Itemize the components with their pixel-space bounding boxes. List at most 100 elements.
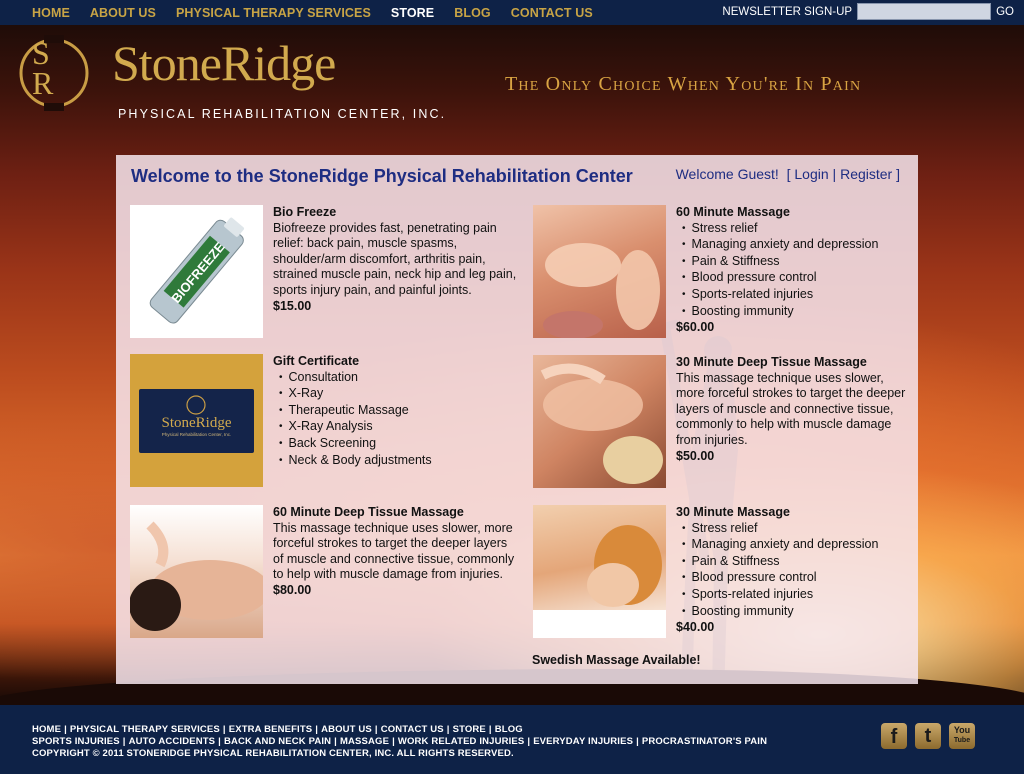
stoneridge-logo[interactable]: SR StoneRidge PHYSICAL REHABILITATION CE… bbox=[10, 30, 450, 125]
youtube-glyph-tube: Tube bbox=[953, 737, 971, 744]
product-title[interactable]: 30 Minute Deep Tissue Massage bbox=[676, 355, 906, 371]
footer-separator: | bbox=[122, 736, 126, 747]
login-divider: | bbox=[832, 166, 837, 182]
footer-link-back-and-neck-pain[interactable]: BACK AND NECK PAIN bbox=[224, 736, 331, 747]
list-item: Blood pressure control bbox=[682, 270, 911, 287]
list-item: Sports-related injuries bbox=[682, 587, 911, 604]
copyright: COPYRIGHT © 2011 STONERIDGE PHYSICAL REH… bbox=[32, 748, 514, 759]
biofreeze-tube-icon: BIOFREEZE bbox=[149, 217, 244, 324]
service-list: Consultation X-Ray Therapeutic Massage X… bbox=[273, 370, 508, 470]
main-nav: HOME ABOUT US PHYSICAL THERAPY SERVICES … bbox=[32, 0, 613, 25]
nav-blog[interactable]: BLOG bbox=[454, 6, 491, 20]
footer-link-blog[interactable]: BLOG bbox=[495, 724, 523, 735]
list-item: Stress relief bbox=[682, 521, 911, 538]
store-panel: Welcome to the StoneRidge Physical Rehab… bbox=[116, 155, 918, 684]
list-item: Managing anxiety and depression bbox=[682, 237, 911, 254]
footer-separator: | bbox=[374, 724, 378, 735]
youtube-glyph: You bbox=[953, 725, 971, 735]
product-bio-freeze: BIOFREEZE Bio Freeze Biofreeze provides … bbox=[130, 205, 516, 340]
product-title[interactable]: Gift Certificate bbox=[273, 354, 508, 370]
sr-monogram-text: SR bbox=[32, 35, 72, 101]
list-item: Sports-related injuries bbox=[682, 287, 911, 304]
relaxing-massage-image[interactable] bbox=[533, 505, 666, 638]
footer-link-sports-injuries[interactable]: SPORTS INJURIES bbox=[32, 736, 120, 747]
brand-subtitle: PHYSICAL REHABILITATION CENTER, INC. bbox=[118, 107, 447, 121]
footer-separator: | bbox=[64, 724, 67, 735]
twitter-icon[interactable]: t bbox=[915, 723, 941, 749]
footer-separator: | bbox=[446, 724, 450, 735]
product-30-minute-massage: 30 Minute Massage Stress relief Managing… bbox=[533, 505, 903, 640]
register-link[interactable]: Register bbox=[840, 166, 892, 182]
footer-link-auto-accidents[interactable]: AUTO ACCIDENTS bbox=[129, 736, 216, 747]
footer-separator: | bbox=[392, 736, 395, 747]
nav-contact-us[interactable]: CONTACT US bbox=[511, 6, 593, 20]
footer-separator: | bbox=[636, 736, 639, 747]
gift-certificate-image[interactable]: StoneRidge Physical Rehabilitation Cente… bbox=[130, 354, 263, 487]
product-title[interactable]: 60 Minute Massage bbox=[676, 205, 911, 221]
footer-link-about-us[interactable]: ABOUT US bbox=[321, 724, 372, 735]
login-link[interactable]: Login bbox=[794, 166, 828, 182]
product-info: Gift Certificate Consultation X-Ray Ther… bbox=[273, 354, 508, 469]
footer-link-home[interactable]: HOME bbox=[32, 724, 61, 735]
nav-about-us[interactable]: ABOUT US bbox=[90, 6, 156, 20]
site-footer: HOME | PHYSICAL THERAPY SERVICES | EXTRA BEN… bbox=[0, 705, 1024, 774]
product-title[interactable]: 30 Minute Massage bbox=[676, 505, 911, 521]
footer-link-contact-us[interactable]: CONTACT US bbox=[381, 724, 444, 735]
product-60-minute-deep-tissue-massage: 60 Minute Deep Tissue Massage This massa… bbox=[130, 505, 520, 640]
footer-separator: | bbox=[315, 724, 319, 735]
footer-link-work-related-injuries[interactable]: WORK RELATED INJURIES bbox=[398, 736, 524, 747]
list-item: Managing anxiety and depression bbox=[682, 537, 911, 554]
footer-link-physical-therapy-services[interactable]: PHYSICAL THERAPY SERVICES bbox=[70, 724, 220, 735]
newsletter-email-input[interactable] bbox=[857, 3, 992, 20]
youtube-icon[interactable]: You Tube bbox=[949, 723, 975, 749]
facebook-icon[interactable]: f bbox=[881, 723, 907, 749]
product-60-minute-massage: 60 Minute Massage Stress relief Managing… bbox=[533, 205, 903, 340]
monogram-letters: SR bbox=[32, 35, 60, 101]
swedish-massage-note: Swedish Massage Available! bbox=[532, 653, 701, 667]
product-description: This massage technique uses slower, more… bbox=[273, 520, 515, 582]
brand-name: StoneRidge bbox=[112, 35, 336, 91]
footer-separator: | bbox=[488, 724, 492, 735]
list-item: Pain & Stiffness bbox=[682, 554, 911, 571]
biofreeze-tube-image[interactable]: BIOFREEZE bbox=[130, 205, 263, 338]
user-greeting: Welcome Guest! [ Login | Register ] bbox=[676, 166, 900, 182]
gift-card-monogram-icon bbox=[186, 395, 206, 415]
back-massage-image[interactable] bbox=[130, 505, 263, 638]
footer-link-store[interactable]: STORE bbox=[453, 724, 486, 735]
footer-separator: | bbox=[222, 724, 226, 735]
list-item: Boosting immunity bbox=[682, 604, 911, 621]
nav-store[interactable]: STORE bbox=[391, 6, 434, 20]
product-title[interactable]: Bio Freeze bbox=[273, 205, 518, 221]
product-price: $50.00 bbox=[676, 448, 715, 463]
benefit-list: Stress relief Managing anxiety and depre… bbox=[676, 521, 911, 621]
product-info: Bio Freeze Biofreeze provides fast, pene… bbox=[273, 205, 518, 314]
nav-physical-therapy-services[interactable]: PHYSICAL THERAPY SERVICES bbox=[176, 6, 371, 20]
deep-tissue-massage-image[interactable] bbox=[533, 355, 666, 488]
footer-nav-row: HOME | PHYSICAL THERAPY SERVICES | EXTRA BEN… bbox=[32, 724, 523, 735]
footer-separator: | bbox=[218, 736, 221, 747]
list-item: Neck & Body adjustments bbox=[279, 453, 508, 470]
product-gift-certificate: StoneRidge Physical Rehabilitation Cente… bbox=[130, 354, 510, 489]
top-navigation-bar: HOME ABOUT US PHYSICAL THERAPY SERVICES … bbox=[0, 0, 1024, 25]
newsletter-go-button[interactable]: GO bbox=[996, 6, 1014, 18]
list-item: Blood pressure control bbox=[682, 570, 911, 587]
product-price: $40.00 bbox=[676, 620, 715, 635]
list-item: Pain & Stiffness bbox=[682, 254, 911, 271]
product-title[interactable]: 60 Minute Deep Tissue Massage bbox=[273, 505, 518, 521]
list-item: Consultation bbox=[279, 370, 508, 387]
massage-face-icon bbox=[533, 525, 666, 638]
nav-home[interactable]: HOME bbox=[32, 6, 70, 20]
shoulder-massage-image[interactable] bbox=[533, 205, 666, 338]
footer-link-everyday-injuries[interactable]: EVERYDAY INJURIES bbox=[533, 736, 633, 747]
newsletter-label: NEWSLETTER SIGN-UP bbox=[722, 5, 853, 18]
tagline: The Only Choice When You're In Pain bbox=[505, 73, 862, 95]
bracket-open: [ bbox=[786, 166, 791, 182]
footer-link-massage[interactable]: MASSAGE bbox=[340, 736, 389, 747]
footer-link-procrastinators-pain[interactable]: PROCRASTINATOR'S PAIN bbox=[642, 736, 767, 747]
massage-hands-icon bbox=[543, 243, 660, 338]
footer-separator: | bbox=[334, 736, 337, 747]
footer-link-extra-benefits[interactable]: EXTRA BENEFITS bbox=[229, 724, 313, 735]
list-item: Stress relief bbox=[682, 221, 911, 238]
twitter-glyph: t bbox=[924, 725, 932, 747]
product-info: 60 Minute Deep Tissue Massage This massa… bbox=[273, 505, 518, 599]
